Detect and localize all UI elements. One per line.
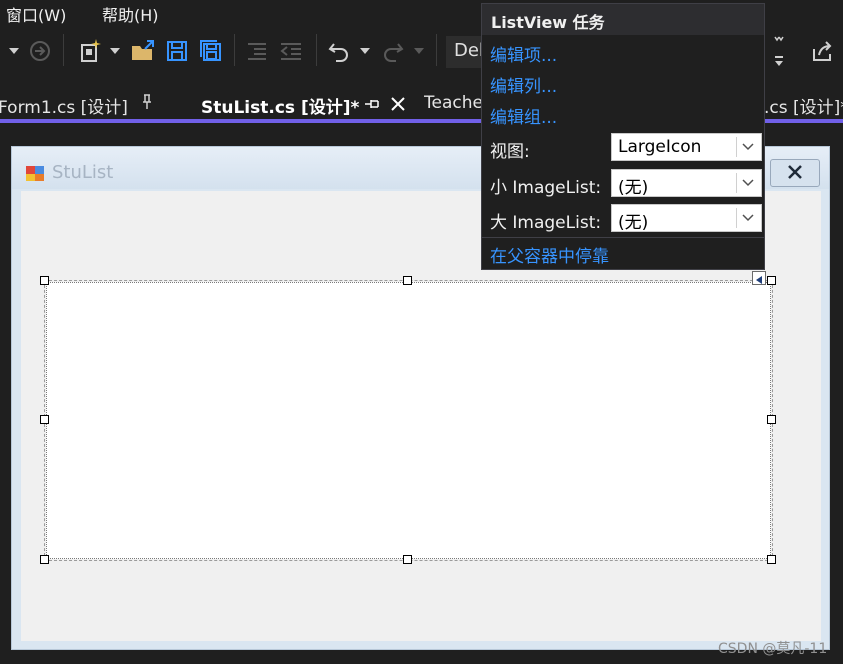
view-select[interactable]: LargeIcon — [611, 133, 762, 161]
new-project-dropdown-icon[interactable] — [108, 38, 122, 64]
toolbar-separator — [316, 34, 317, 66]
small-imagelist-value: (无) — [618, 178, 649, 198]
large-imagelist-select[interactable]: (无) — [611, 204, 762, 233]
toolbar-overflow-icon[interactable] — [770, 30, 788, 70]
close-tab-icon[interactable] — [391, 96, 405, 116]
redo-dropdown-icon[interactable] — [412, 38, 426, 64]
menu-window[interactable]: 窗口(W) — [6, 2, 66, 26]
pin-icon[interactable] — [141, 94, 153, 115]
panel-divider — [482, 237, 764, 238]
open-folder-icon[interactable] — [130, 38, 156, 64]
chevron-down-icon[interactable] — [736, 173, 758, 193]
small-imagelist-label: 小 ImageList: — [490, 178, 602, 198]
form-icon — [25, 164, 45, 182]
navigate-forward-icon[interactable] — [28, 38, 52, 64]
outdent-icon[interactable] — [278, 38, 304, 64]
chevron-down-icon[interactable] — [736, 208, 758, 228]
resize-handle-bottom-right[interactable] — [767, 555, 776, 564]
undo-dropdown-icon[interactable] — [358, 38, 372, 64]
resize-handle-right[interactable] — [767, 415, 776, 424]
tab-other-design[interactable]: .cs [设计]* — [764, 88, 843, 120]
toolbar-separator — [234, 34, 235, 66]
edit-columns-link[interactable]: 编辑列... — [490, 72, 557, 97]
dock-in-parent-link[interactable]: 在父容器中停靠 — [490, 242, 609, 267]
indent-icon[interactable] — [244, 38, 270, 64]
toolbar-separator — [436, 34, 437, 66]
edit-items-link[interactable]: 编辑项... — [490, 41, 557, 66]
smart-tag-arrow-icon — [755, 269, 763, 288]
tab-label: Teache — [424, 93, 483, 113]
undo-icon[interactable] — [326, 38, 352, 64]
tab-label: .cs [设计]* — [764, 98, 843, 118]
resize-handle-bottom[interactable] — [403, 555, 412, 564]
resize-handle-top[interactable] — [403, 276, 412, 285]
resize-handle-top-right[interactable] — [767, 276, 776, 285]
dropdown-arrow-icon[interactable] — [6, 38, 22, 64]
solution-configuration-dropdown[interactable]: Deb — [446, 36, 486, 68]
resize-handle-bottom-left[interactable] — [40, 555, 49, 564]
chevron-down-icon[interactable] — [736, 137, 758, 157]
listview-control[interactable] — [46, 282, 771, 559]
large-imagelist-label: 大 ImageList: — [490, 213, 602, 233]
tasks-panel-title: ListView 任务 — [482, 4, 764, 35]
resize-handle-top-left[interactable] — [40, 276, 49, 285]
tab-form1-design[interactable]: Form1.cs [设计] — [0, 88, 190, 120]
new-project-icon[interactable] — [76, 38, 104, 64]
small-imagelist-select[interactable]: (无) — [611, 169, 762, 198]
toolbar-separator — [63, 34, 64, 66]
smart-tag-button[interactable] — [752, 271, 766, 285]
save-all-icon[interactable] — [198, 38, 224, 64]
pin-icon[interactable] — [364, 96, 380, 116]
close-icon — [786, 164, 804, 183]
form-title: StuList — [52, 162, 114, 183]
watermark: CSDN @莫凡-11 — [718, 641, 828, 657]
save-icon[interactable] — [164, 38, 190, 64]
tab-label: Form1.cs [设计] — [0, 98, 128, 118]
tab-label: StuList.cs [设计]* — [201, 98, 360, 118]
listview-tasks-panel: ListView 任务 编辑项... 编辑列... 编辑组... 视图: Lar… — [481, 3, 765, 270]
view-select-value: LargeIcon — [618, 137, 702, 157]
view-label: 视图: — [490, 142, 530, 162]
form-close-button[interactable] — [770, 159, 820, 187]
tab-stulist-design[interactable]: StuList.cs [设计]* — [194, 88, 416, 120]
menu-help[interactable]: 帮助(H) — [102, 2, 159, 26]
edit-groups-link[interactable]: 编辑组... — [490, 103, 557, 128]
large-imagelist-value: (无) — [618, 213, 649, 233]
resize-handle-left[interactable] — [40, 415, 49, 424]
live-share-icon[interactable] — [808, 38, 836, 64]
tab-teacher[interactable]: Teache — [424, 88, 484, 120]
redo-icon[interactable] — [380, 38, 406, 64]
